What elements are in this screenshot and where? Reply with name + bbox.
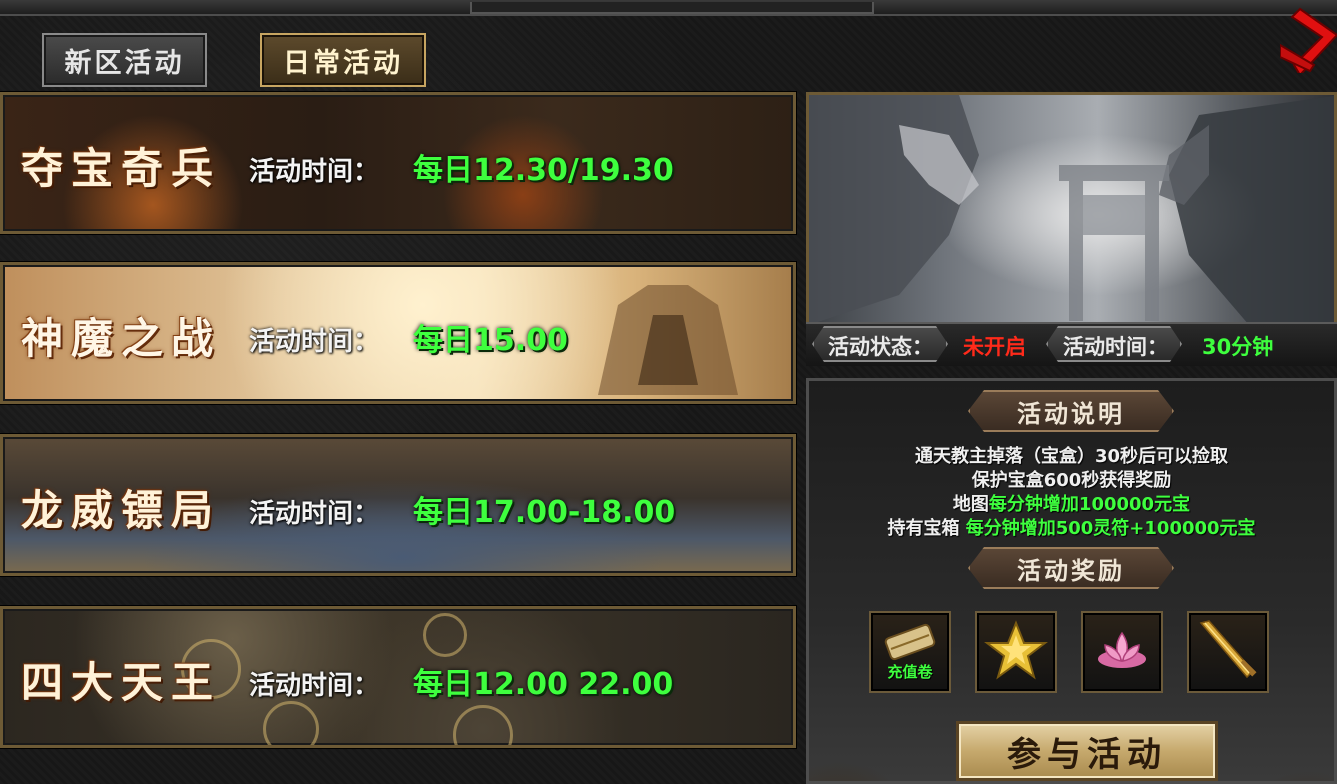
duration-label: 活动时间： <box>1063 335 1168 359</box>
description-header: 活动说明 <box>968 390 1174 432</box>
activity-name: 龙威镖局 <box>21 486 222 535</box>
tab-new-server-activities[interactable]: 新区活动 <box>42 33 207 87</box>
scroll-icon <box>884 623 936 661</box>
activity-time-label: 活动时间： <box>249 157 380 187</box>
description-line: 地图每分钟增加100000元宝 <box>806 490 1337 516</box>
reward-slot-star[interactable] <box>975 611 1057 693</box>
description-highlight: 每分钟增加100000元宝 <box>988 494 1191 515</box>
activity-banner-four-heavenly-kings[interactable]: 四大天王 活动时间： 每日12.00 22.00 <box>0 606 796 748</box>
tab-daily-activities[interactable]: 日常活动 <box>260 33 426 87</box>
description-text: 持有宝箱 <box>887 518 960 539</box>
description-text: 地图 <box>952 494 989 515</box>
rewards-header: 活动奖励 <box>968 547 1174 589</box>
activity-time-value: 每日12.00 22.00 <box>413 667 674 702</box>
close-arrow-icon <box>1279 7 1337 77</box>
reward-slot-lotus[interactable] <box>1081 611 1163 693</box>
activity-time-label: 活动时间： <box>249 499 380 529</box>
duration-value: 30分钟 <box>1202 335 1274 359</box>
description-line: 保护宝盒600秒获得奖励 <box>971 470 1172 491</box>
activity-name: 神魔之战 <box>21 314 222 363</box>
reward-slot-scroll[interactable]: 充值卷 <box>869 611 951 693</box>
activity-name: 夺宝奇兵 <box>21 144 222 193</box>
ornament-weapon-icon <box>598 285 738 395</box>
activity-time-value: 每日12.30/19.30 <box>413 153 674 188</box>
activity-time-label: 活动时间： <box>249 327 380 357</box>
close-button[interactable] <box>1279 5 1337 77</box>
reward-label: 充值卷 <box>887 663 933 681</box>
join-activity-button[interactable]: 参与活动 <box>956 721 1218 781</box>
rune-ring <box>453 705 513 745</box>
activity-name: 四大天王 <box>21 658 222 707</box>
reward-slot-sword[interactable] <box>1187 611 1269 693</box>
activity-time-label: 活动时间： <box>249 671 380 701</box>
top-frame-rail <box>0 0 1337 16</box>
gold-star-icon <box>984 620 1048 680</box>
rune-ring <box>423 613 467 657</box>
status-value: 未开启 <box>963 335 1026 359</box>
activity-banner-gods-demons-war[interactable]: 神魔之战 活动时间： 每日15.00 <box>0 262 796 404</box>
status-label: 活动状态： <box>828 335 933 359</box>
description-line: 通天教主掉落（宝盒）30秒后可以捡取 <box>914 446 1229 467</box>
activity-banner-dragon-escort[interactable]: 龙威镖局 活动时间： 每日17.00-18.00 <box>0 434 796 576</box>
description-line: 持有宝箱 每分钟增加500灵符+100000元宝 <box>806 514 1337 540</box>
sword-icon <box>1199 620 1257 679</box>
lotus-icon <box>1098 631 1146 668</box>
activity-time-value: 每日17.00-18.00 <box>413 495 676 530</box>
description-highlight: 每分钟增加500灵符+100000元宝 <box>965 518 1256 539</box>
activity-time-value: 每日15.00 <box>413 323 568 358</box>
activity-banner-treasure-raiders[interactable]: 夺宝奇兵 活动时间： 每日12.30/19.30 <box>0 92 796 234</box>
rune-ring <box>263 701 319 745</box>
